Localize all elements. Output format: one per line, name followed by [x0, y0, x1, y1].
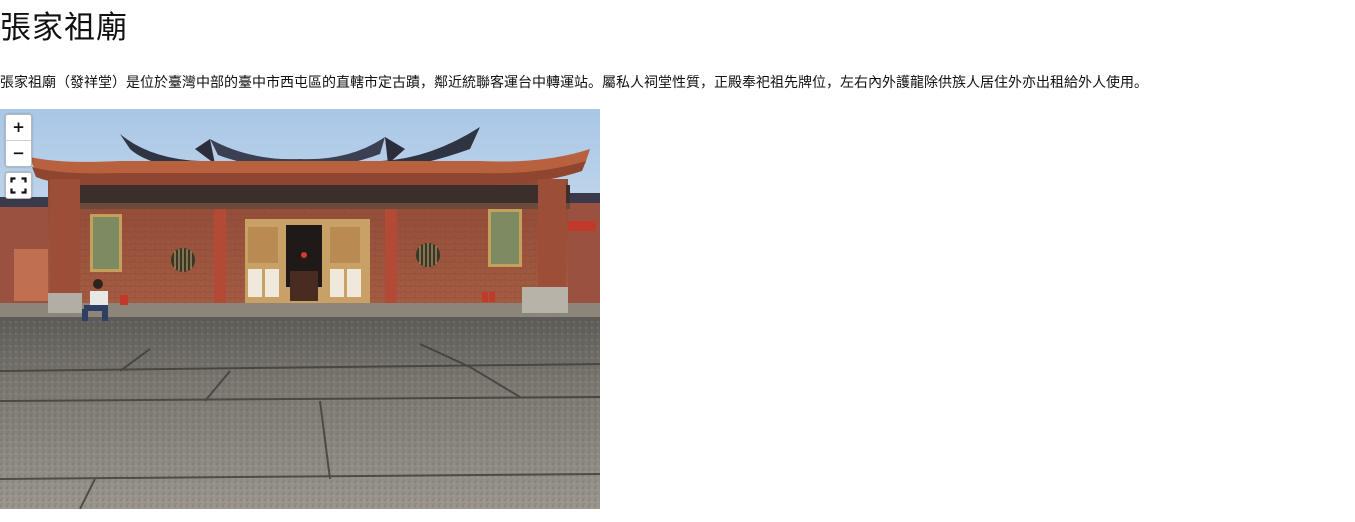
- panorama-image[interactable]: [0, 109, 600, 509]
- page-description: 張家祖廟（發祥堂）是位於臺灣中部的臺中市西屯區的直轄市定古蹟，鄰近統聯客運台中轉…: [0, 75, 1148, 91]
- panorama-viewer[interactable]: + −: [0, 109, 600, 509]
- zoom-out-button[interactable]: −: [6, 140, 31, 166]
- fullscreen-icon: [10, 177, 27, 194]
- fullscreen-button[interactable]: [5, 172, 32, 199]
- zoom-controls: + −: [5, 114, 32, 167]
- page: 張家祖廟 張家祖廟（發祥堂）是位於臺灣中部的臺中市西屯區的直轄市定古蹟，鄰近統聯…: [0, 0, 1355, 522]
- zoom-in-button[interactable]: +: [6, 115, 31, 140]
- page-title: 張家祖廟: [0, 10, 128, 46]
